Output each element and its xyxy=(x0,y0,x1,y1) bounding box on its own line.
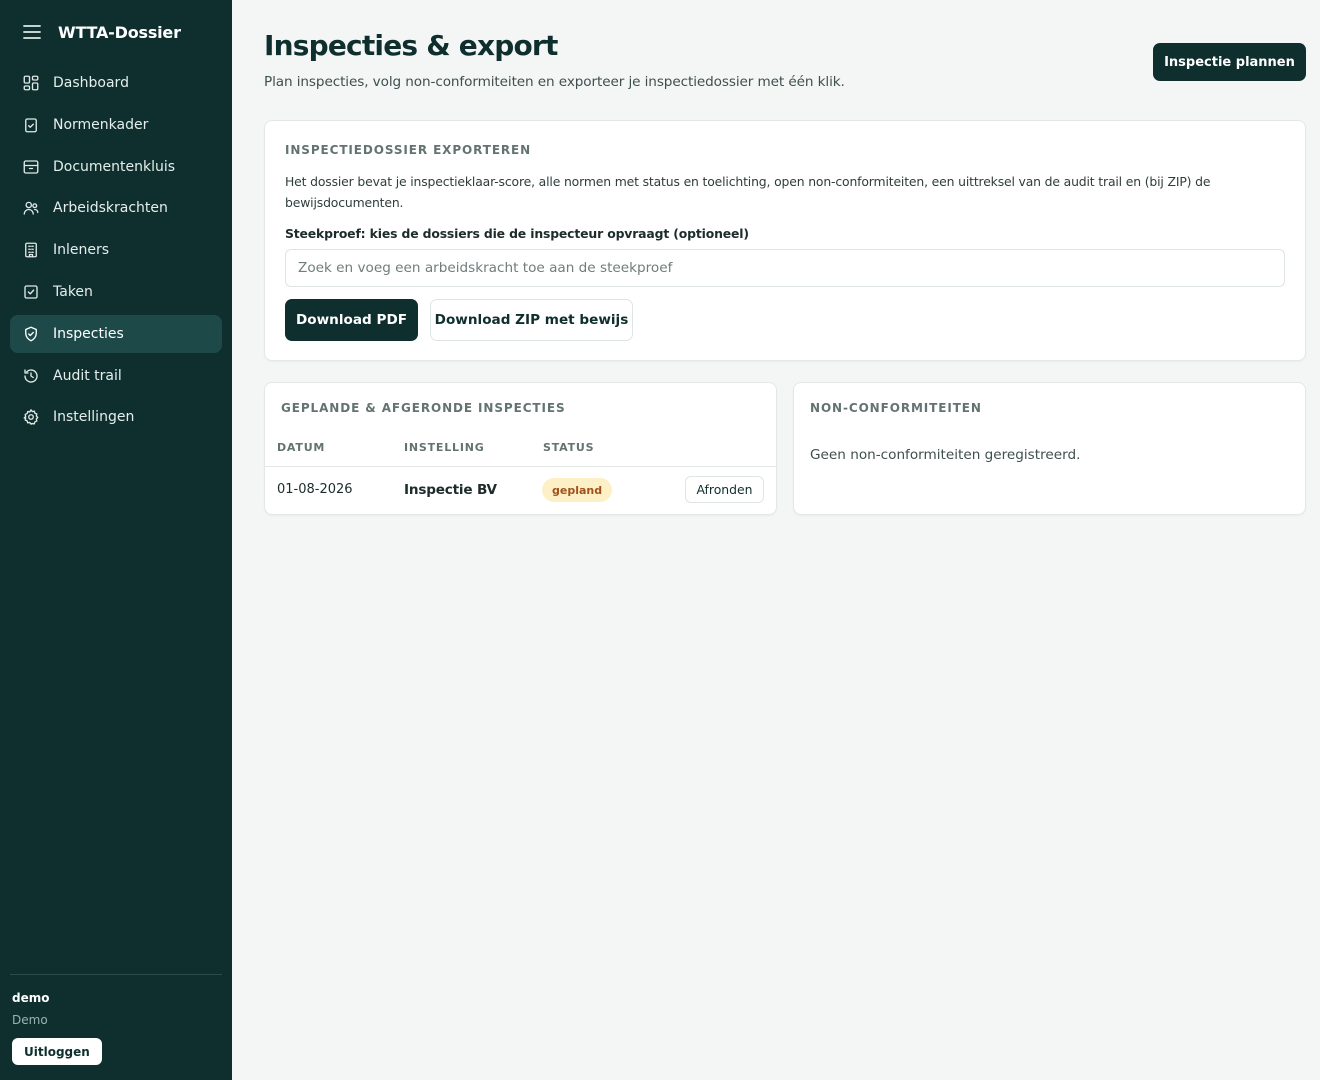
sidebar-nav: Dashboard Normenkader Documentenkluis Ar… xyxy=(10,64,222,440)
user-organization: Demo xyxy=(12,1013,48,1027)
sidebar-item-label: Inleners xyxy=(53,242,110,259)
grid-icon xyxy=(22,74,40,92)
archive-icon xyxy=(22,158,40,176)
table-row: 01-08-2026 Inspectie BV gepland Afronden xyxy=(265,467,776,515)
status-badge: gepland xyxy=(542,478,613,502)
sidebar-item-audit-trail[interactable]: Audit trail xyxy=(10,357,222,395)
download-zip-button[interactable]: Download ZIP met bewijs xyxy=(430,299,633,341)
checkbox-icon xyxy=(22,283,40,301)
sidebar-footer: demo Demo Uitloggen xyxy=(10,974,222,1065)
gear-icon xyxy=(22,408,40,426)
download-pdf-button[interactable]: Download PDF xyxy=(285,299,418,341)
sidebar-item-arbeidskrachten[interactable]: Arbeidskrachten xyxy=(10,189,222,227)
sidebar-item-label: Instellingen xyxy=(53,409,135,426)
inspection-institution: Inspectie BV xyxy=(404,482,497,498)
users-icon xyxy=(22,199,40,217)
sidebar-item-label: Audit trail xyxy=(53,367,122,384)
column-header-status: STATUS xyxy=(543,441,595,454)
logout-button[interactable]: Uitloggen xyxy=(12,1038,102,1065)
building-icon xyxy=(22,241,40,259)
nonconformities-heading: NON-CONFORMITEITEN xyxy=(810,401,982,415)
shield-check-icon xyxy=(22,325,40,343)
brand: WTTA-Dossier xyxy=(20,20,181,44)
column-header-institution: INSTELLING xyxy=(404,441,485,454)
sidebar-item-inleners[interactable]: Inleners xyxy=(10,231,222,269)
sample-search-input[interactable] xyxy=(285,249,1285,287)
nonconformities-card: NON-CONFORMITEITEN Geen non-conformiteit… xyxy=(793,382,1306,515)
history-icon xyxy=(22,367,40,385)
inspections-card: GEPLANDE & AFGERONDE INSPECTIES DATUM IN… xyxy=(264,382,777,515)
page-title: Inspecties & export xyxy=(264,29,558,62)
sidebar-item-normenkader[interactable]: Normenkader xyxy=(10,106,222,144)
app-title: WTTA-Dossier xyxy=(58,22,181,42)
sidebar-item-label: Inspecties xyxy=(53,325,124,342)
user-name: demo xyxy=(12,991,50,1005)
sample-label: Steekproef: kies de dossiers die de insp… xyxy=(285,226,749,241)
column-header-date: DATUM xyxy=(277,441,326,454)
finish-inspection-button[interactable]: Afronden xyxy=(685,476,764,503)
export-heading: INSPECTIEDOSSIER EXPORTEREN xyxy=(285,143,532,157)
page-subtitle: Plan inspecties, volg non-conformiteiten… xyxy=(264,74,845,90)
sidebar-item-inspecties[interactable]: Inspecties xyxy=(10,314,222,353)
sidebar-item-taken[interactable]: Taken xyxy=(10,273,222,311)
sidebar-item-label: Arbeidskrachten xyxy=(53,200,168,217)
clipboard-check-icon xyxy=(22,116,40,134)
sidebar-item-label: Normenkader xyxy=(53,116,149,133)
sidebar-item-documentenkluis[interactable]: Documentenkluis xyxy=(10,148,222,186)
nonconformities-empty-text: Geen non-conformiteiten geregistreerd. xyxy=(810,447,1081,463)
export-card: INSPECTIEDOSSIER EXPORTEREN Het dossier … xyxy=(264,120,1306,361)
sidebar-item-label: Documentenkluis xyxy=(53,158,176,175)
export-description: Het dossier bevat je inspectieklaar-scor… xyxy=(285,174,1211,210)
sidebar: WTTA-Dossier Dashboard Normenkader Docum… xyxy=(0,0,232,1080)
sidebar-item-dashboard[interactable]: Dashboard xyxy=(10,64,222,102)
hamburger-menu-icon[interactable] xyxy=(20,20,44,44)
sidebar-item-label: Taken xyxy=(53,283,93,300)
plan-inspection-button[interactable]: Inspectie plannen xyxy=(1153,43,1306,81)
inspections-heading: GEPLANDE & AFGERONDE INSPECTIES xyxy=(281,401,566,415)
sidebar-item-label: Dashboard xyxy=(53,75,129,91)
sidebar-item-instellingen[interactable]: Instellingen xyxy=(10,398,222,436)
inspection-date: 01-08-2026 xyxy=(277,482,353,497)
